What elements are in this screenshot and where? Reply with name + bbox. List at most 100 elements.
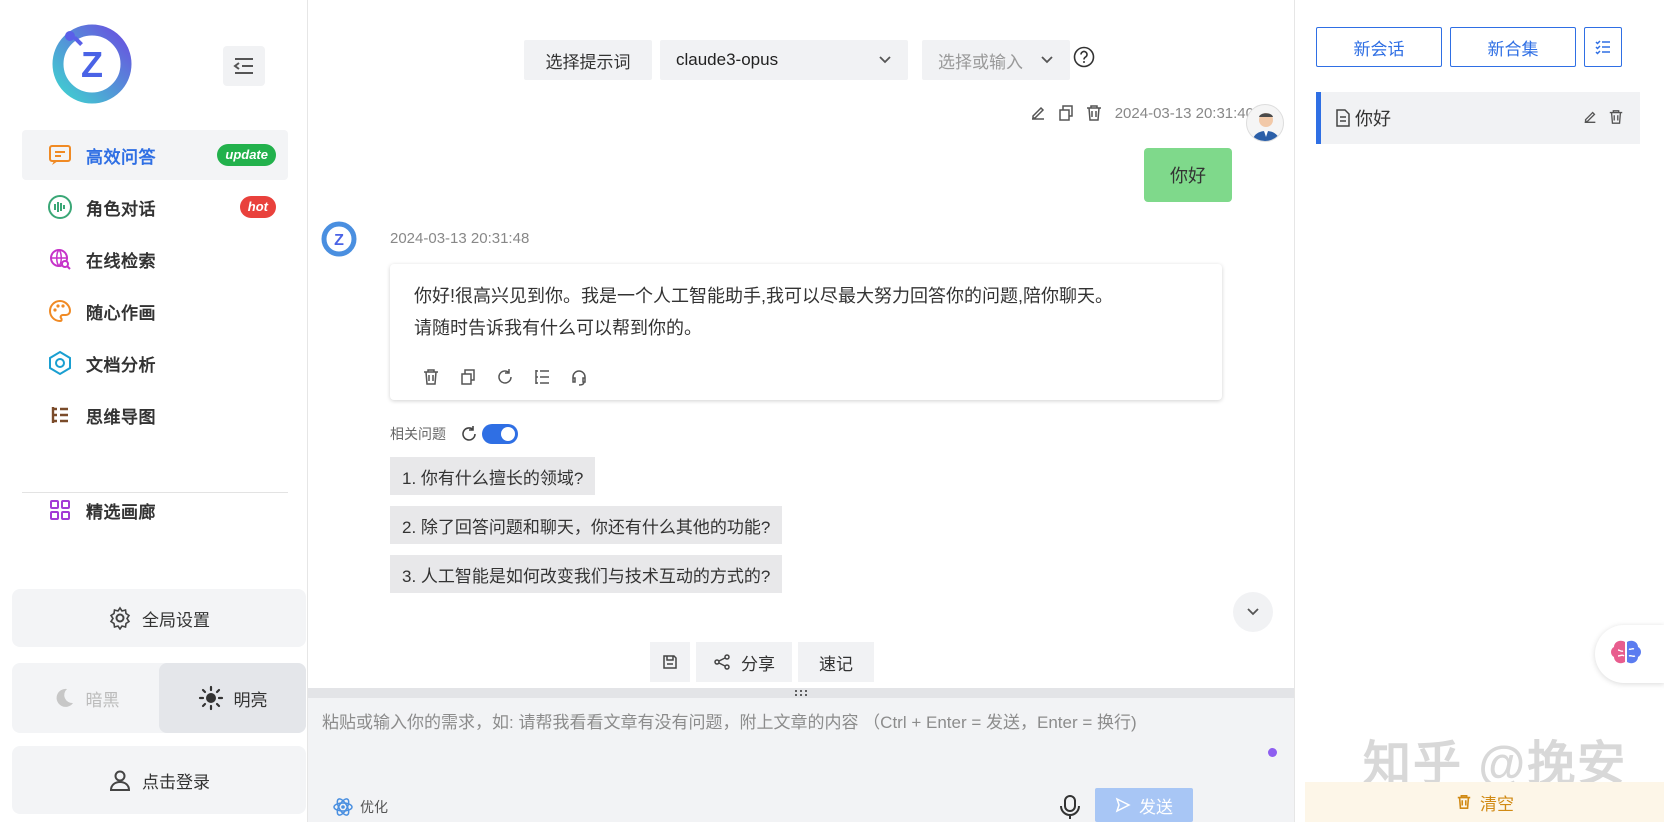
dark-theme-option[interactable]: 暗黑 <box>12 663 159 733</box>
help-icon[interactable] <box>1073 46 1095 68</box>
user-message-text: 你好 <box>1170 166 1206 186</box>
conversation-tools <box>1582 109 1624 125</box>
chevron-down-icon <box>1247 608 1259 616</box>
light-theme-option[interactable]: 明亮 <box>159 663 306 733</box>
collapse-sidebar-button[interactable] <box>223 46 265 86</box>
status-dot <box>1268 748 1277 757</box>
related-questions-label: 相关问题 <box>390 426 446 442</box>
new-chat-label: 新会话 <box>1353 39 1405 59</box>
chat-icon <box>46 141 74 169</box>
save-button[interactable] <box>650 642 690 682</box>
optimize-button[interactable]: 优化 <box>332 796 388 818</box>
nav-item-mindmap[interactable]: 思维导图 <box>22 390 288 440</box>
user-message-bubble: 你好 <box>1144 148 1232 202</box>
headset-icon[interactable] <box>570 368 588 386</box>
trash-icon[interactable] <box>1085 104 1103 122</box>
nav-item-role-chat[interactable]: 角色对话 hot <box>22 182 288 232</box>
chat-input-area: 优化 发送 <box>308 698 1294 822</box>
param-select[interactable]: 选择或输入 <box>922 40 1070 80</box>
document-analysis-icon <box>46 349 74 377</box>
regenerate-icon[interactable] <box>496 368 514 386</box>
chevron-down-icon <box>879 56 891 64</box>
nav-item-doc-analysis[interactable]: 文档分析 <box>22 338 288 388</box>
user-icon <box>108 768 132 792</box>
palette-icon <box>46 297 74 325</box>
clear-label: 清空 <box>1480 794 1514 814</box>
nav-item-gallery[interactable]: 精选画廊 <box>22 485 288 535</box>
svg-text:Z: Z <box>81 44 103 85</box>
edit-icon[interactable] <box>1582 109 1598 125</box>
suggested-question[interactable]: 3. 人工智能是如何改变我们与技术互动的方式的? <box>390 555 783 593</box>
conversation-item[interactable]: 你好 <box>1316 92 1640 144</box>
nav-label: 高效问答 <box>86 147 156 167</box>
new-collection-button[interactable]: 新合集 <box>1450 27 1576 67</box>
resize-handle[interactable] <box>308 688 1294 698</box>
bot-message-card: 你好!很高兴见到你。我是一个人工智能助手,我可以尽最大努力回答你的问题,陪你聊天… <box>390 264 1222 400</box>
moon-icon <box>52 686 76 710</box>
login-button[interactable]: 点击登录 <box>12 746 306 814</box>
suggested-question[interactable]: 1. 你有什么擅长的领域? <box>390 457 596 495</box>
refresh-icon[interactable] <box>460 425 478 443</box>
atom-icon <box>333 798 353 816</box>
gallery-grid-icon <box>46 496 74 524</box>
bot-message-line: 你好!很高兴见到你。我是一个人工智能助手,我可以尽最大努力回答你的问题,陪你聊天… <box>414 286 1113 306</box>
nav-item-qa[interactable]: 高效问答 update <box>22 130 288 180</box>
light-theme-label: 明亮 <box>233 690 268 710</box>
send-button[interactable]: 发送 <box>1095 788 1193 822</box>
user-message-meta: 2024-03-13 20:31:40 <box>1029 104 1254 122</box>
bot-message-line: 请随时告诉我有什么可以帮到你的。 <box>414 318 702 338</box>
quick-notes-button[interactable]: 速记 <box>798 642 874 682</box>
microphone-icon[interactable] <box>1058 794 1082 820</box>
nav-label: 角色对话 <box>86 199 156 219</box>
bot-message-time: 2024-03-13 20:31:48 <box>390 230 530 247</box>
edit-icon[interactable] <box>1029 104 1047 122</box>
send-icon <box>1115 797 1131 813</box>
login-label: 点击登录 <box>142 772 210 792</box>
scroll-to-bottom-button[interactable] <box>1233 592 1273 632</box>
dark-theme-label: 暗黑 <box>85 690 120 710</box>
gear-icon <box>108 606 132 630</box>
share-label: 分享 <box>741 654 775 674</box>
web-search-icon <box>46 245 74 273</box>
nav-label: 思维导图 <box>86 407 156 427</box>
suggested-question-text: 1. 你有什么擅长的领域? <box>402 468 584 488</box>
copy-icon[interactable] <box>1057 104 1075 122</box>
copy-icon[interactable] <box>459 368 477 386</box>
global-settings-button[interactable]: 全局设置 <box>12 589 306 647</box>
new-chat-button[interactable]: 新会话 <box>1316 27 1442 67</box>
svg-text:Z: Z <box>334 232 344 249</box>
user-message-time: 2024-03-13 20:31:40 <box>1114 104 1254 122</box>
model-select[interactable]: claude3-opus <box>660 40 908 80</box>
indent-icon <box>233 58 253 74</box>
chat-input[interactable] <box>322 708 1282 788</box>
ai-assistant-float-button[interactable] <box>1595 625 1664 683</box>
bot-avatar: Z <box>320 220 358 258</box>
nav-item-drawing[interactable]: 随心作画 <box>22 286 288 336</box>
param-select-placeholder: 选择或输入 <box>938 52 1023 72</box>
theme-switch: 暗黑 明亮 <box>12 663 306 733</box>
nav-label: 随心作画 <box>86 303 156 323</box>
suggested-question-text: 3. 人工智能是如何改变我们与技术互动的方式的? <box>402 566 771 586</box>
trash-icon <box>1457 794 1471 810</box>
sidebar: Z 高效问答 update 角色对话 hot 在线检索 随心作画 文档分析 思维… <box>0 0 308 822</box>
suggested-question-text: 2. 除了回答问题和聊天，你还有什么其他的功能? <box>402 517 771 537</box>
bot-message-tools <box>422 368 588 386</box>
suggested-question[interactable]: 2. 除了回答问题和聊天，你还有什么其他的功能? <box>390 506 783 544</box>
chat-main: 选择提示词 claude3-opus 选择或输入 2024-03-13 20:3… <box>308 0 1294 822</box>
related-questions-toggle[interactable] <box>482 424 518 444</box>
quick-notes-label: 速记 <box>819 654 853 674</box>
nav-item-web-search[interactable]: 在线检索 <box>22 234 288 284</box>
voice-wave-icon <box>46 193 74 221</box>
trash-icon[interactable] <box>1608 109 1624 125</box>
share-button[interactable]: 分享 <box>696 642 792 682</box>
chat-toolbar: 选择提示词 claude3-opus 选择或输入 <box>308 40 1294 80</box>
multi-select-button[interactable] <box>1584 27 1622 67</box>
list-icon[interactable] <box>533 368 551 386</box>
trash-icon[interactable] <box>422 368 440 386</box>
optimize-label: 优化 <box>360 799 388 815</box>
chevron-down-icon <box>1041 56 1053 64</box>
prompt-select-button[interactable]: 选择提示词 <box>524 40 652 80</box>
conversation-title: 你好 <box>1355 109 1391 129</box>
clear-button[interactable]: 清空 <box>1305 782 1664 822</box>
bot-message-text: 你好!很高兴见到你。我是一个人工智能助手,我可以尽最大努力回答你的问题,陪你聊天… <box>414 280 1198 344</box>
